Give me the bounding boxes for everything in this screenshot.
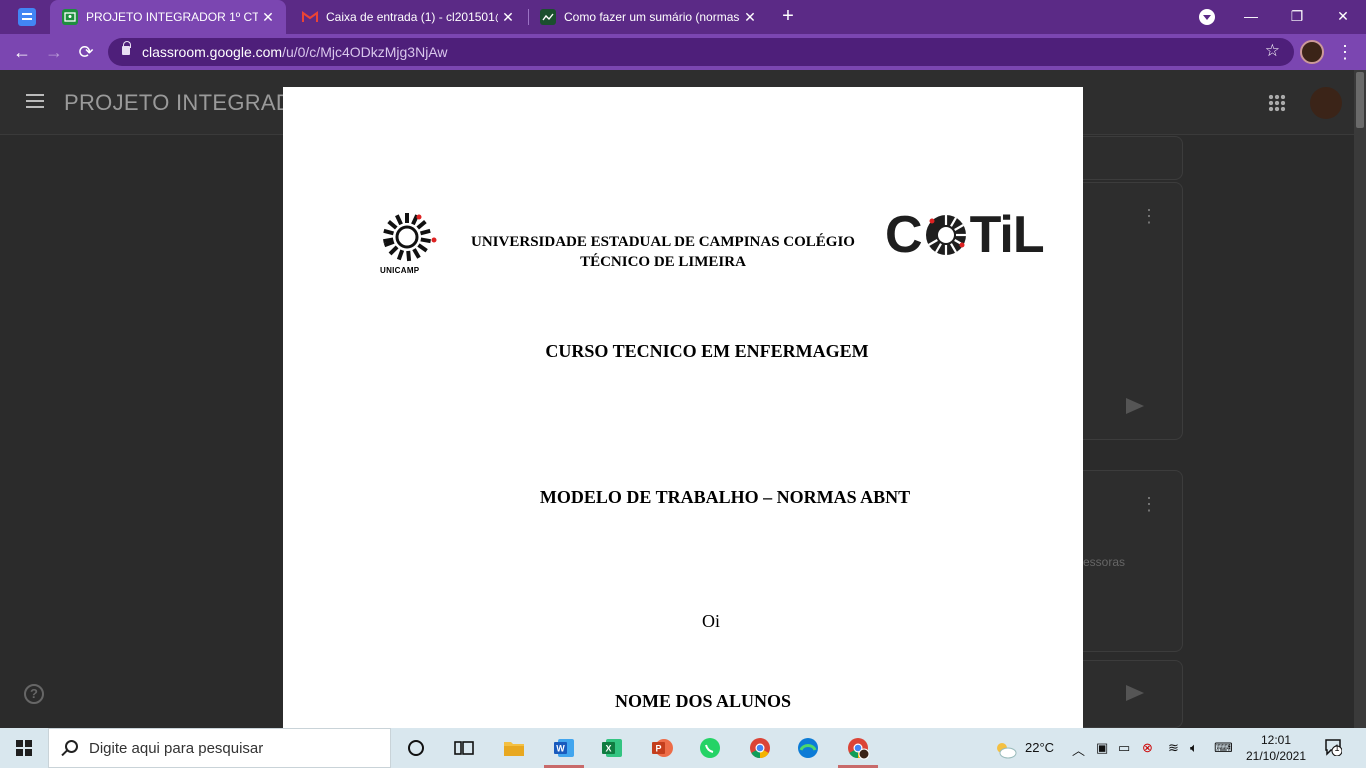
clock-date: 21/10/2021 — [1245, 749, 1307, 763]
greeting-text: Oi — [702, 611, 720, 631]
weather-icon[interactable] — [994, 738, 1018, 762]
classroom-icon — [62, 9, 78, 25]
tab-title: Como fazer um sumário (normas — [564, 10, 740, 24]
powerpoint-icon[interactable]: P — [650, 736, 674, 760]
restore-button[interactable]: ❐ — [1274, 0, 1320, 34]
document-preview: UNICAMP UNIVERSIDADE ESTADUAL DE CAMPINA… — [283, 87, 1083, 728]
tab-close-button[interactable]: ✕ — [740, 9, 760, 26]
close-window-button[interactable]: ✕ — [1320, 0, 1366, 34]
more-options-icon[interactable]: ⋮ — [1140, 494, 1158, 515]
lock-icon[interactable] — [122, 41, 131, 55]
chrome-menu-icon[interactable]: ⋮ — [1336, 40, 1354, 64]
forward-button[interactable]: → — [42, 40, 66, 64]
show-hidden-icons-chevron-up-icon[interactable]: ︿ — [1072, 740, 1085, 759]
keyboard-icon[interactable]: ⌨ — [1214, 740, 1233, 756]
main-menu-icon[interactable] — [26, 94, 44, 108]
tab-gmail[interactable]: Caixa de entrada (1) - cl201501@ ✕ — [290, 0, 526, 34]
browser-toolbar: ← → ⟳ classroom.google.com/u/0/c/Mjc4ODk… — [0, 34, 1366, 70]
send-comment-icon[interactable] — [1126, 685, 1144, 701]
whatsapp-icon[interactable] — [698, 736, 722, 760]
taskbar-search-input[interactable]: Digite aqui para pesquisar — [48, 728, 391, 768]
system-clock[interactable]: 12:01 21/10/2021 — [1240, 732, 1312, 764]
tab-title: PROJETO INTEGRADOR 1º CTENF — [86, 10, 258, 24]
tab-close-button[interactable]: ✕ — [498, 9, 518, 26]
course-name: CURSO TECNICO EM ENFERMAGEM — [545, 341, 869, 361]
notification-count: 1 — [1334, 743, 1340, 753]
tab-close-button[interactable]: ✕ — [258, 9, 278, 26]
cotil-logo-ring — [925, 215, 966, 255]
stream-card — [1083, 136, 1183, 180]
excel-icon[interactable]: X — [600, 736, 624, 760]
tab-title: Caixa de entrada (1) - cl201501@ — [326, 10, 498, 24]
svg-text:X: X — [605, 744, 611, 754]
help-icon[interactable]: ? — [24, 684, 44, 704]
google-docs-app-icon[interactable] — [18, 8, 36, 26]
more-options-icon[interactable]: ⋮ — [1140, 206, 1158, 227]
address-bar[interactable]: classroom.google.com/u/0/c/Mjc4ODkzMjg3N… — [108, 38, 1294, 66]
bookmark-star-icon[interactable]: ☆ — [1265, 41, 1280, 61]
file-explorer-icon[interactable] — [502, 736, 526, 760]
tab-projeto-integrador[interactable]: PROJETO INTEGRADOR 1º CTENF ✕ — [50, 0, 286, 34]
tab-como-fazer-sumario[interactable]: Como fazer um sumário (normas ✕ — [528, 0, 768, 34]
cortana-icon[interactable] — [404, 736, 428, 760]
reload-button[interactable]: ⟳ — [74, 40, 98, 64]
windows-start-icon[interactable] — [16, 740, 32, 756]
chrome-profile-icon[interactable] — [846, 736, 870, 760]
back-button[interactable]: ← — [10, 40, 34, 64]
volume-icon[interactable]: 🔈︎ — [1190, 740, 1198, 756]
word-icon[interactable]: W — [552, 736, 576, 760]
windows-taskbar: Digite aqui para pesquisar W X P 22°C ︿ … — [0, 728, 1366, 768]
svg-text:P: P — [655, 744, 661, 754]
document-title: MODELO DE TRABALHO – NORMAS ABNT — [539, 487, 911, 507]
browser-tabstrip: PROJETO INTEGRADOR 1º CTENF ✕ Caixa de e… — [0, 0, 1366, 34]
meet-now-icon[interactable]: ▣ — [1096, 740, 1108, 756]
notification-center-icon[interactable]: 1 — [1324, 738, 1343, 759]
sheet-icon — [540, 9, 556, 25]
chrome-icon[interactable] — [748, 736, 772, 760]
tab-search-dropdown-icon[interactable] — [1199, 9, 1215, 25]
url-text[interactable]: classroom.google.com/u/0/c/Mjc4ODkzMjg3N… — [142, 44, 448, 60]
account-avatar[interactable] — [1310, 87, 1342, 119]
search-icon — [65, 740, 78, 753]
edge-icon[interactable] — [796, 736, 820, 760]
scrollbar-thumb[interactable] — [1356, 72, 1364, 128]
student-names: NOME DOS ALUNOS — [614, 691, 792, 711]
send-comment-icon[interactable] — [1126, 398, 1144, 414]
task-view-icon[interactable] — [452, 736, 476, 760]
minimize-button[interactable]: — — [1228, 0, 1274, 34]
svg-text:W: W — [556, 744, 565, 754]
wifi-icon[interactable]: ≋ — [1168, 740, 1179, 756]
battery-icon[interactable]: ▭ — [1118, 740, 1130, 756]
page-scrollbar[interactable] — [1354, 70, 1366, 728]
google-apps-icon[interactable] — [1268, 94, 1286, 112]
cotil-logo: C TiL — [885, 206, 1045, 264]
weather-temperature[interactable]: 22°C — [1025, 740, 1054, 755]
new-tab-button[interactable]: + — [776, 4, 800, 28]
post-text: essoras — [1083, 555, 1126, 569]
unicamp-logo-text: UNICAMP — [380, 266, 420, 275]
profile-avatar[interactable] — [1300, 40, 1324, 64]
gmail-icon — [302, 9, 318, 25]
clock-time: 12:01 — [1260, 733, 1292, 747]
institution-name: UNIVERSIDADE ESTADUAL DE CAMPINAS COLÉGI… — [471, 234, 855, 270]
network-error-icon[interactable]: ⊗ — [1142, 740, 1153, 756]
